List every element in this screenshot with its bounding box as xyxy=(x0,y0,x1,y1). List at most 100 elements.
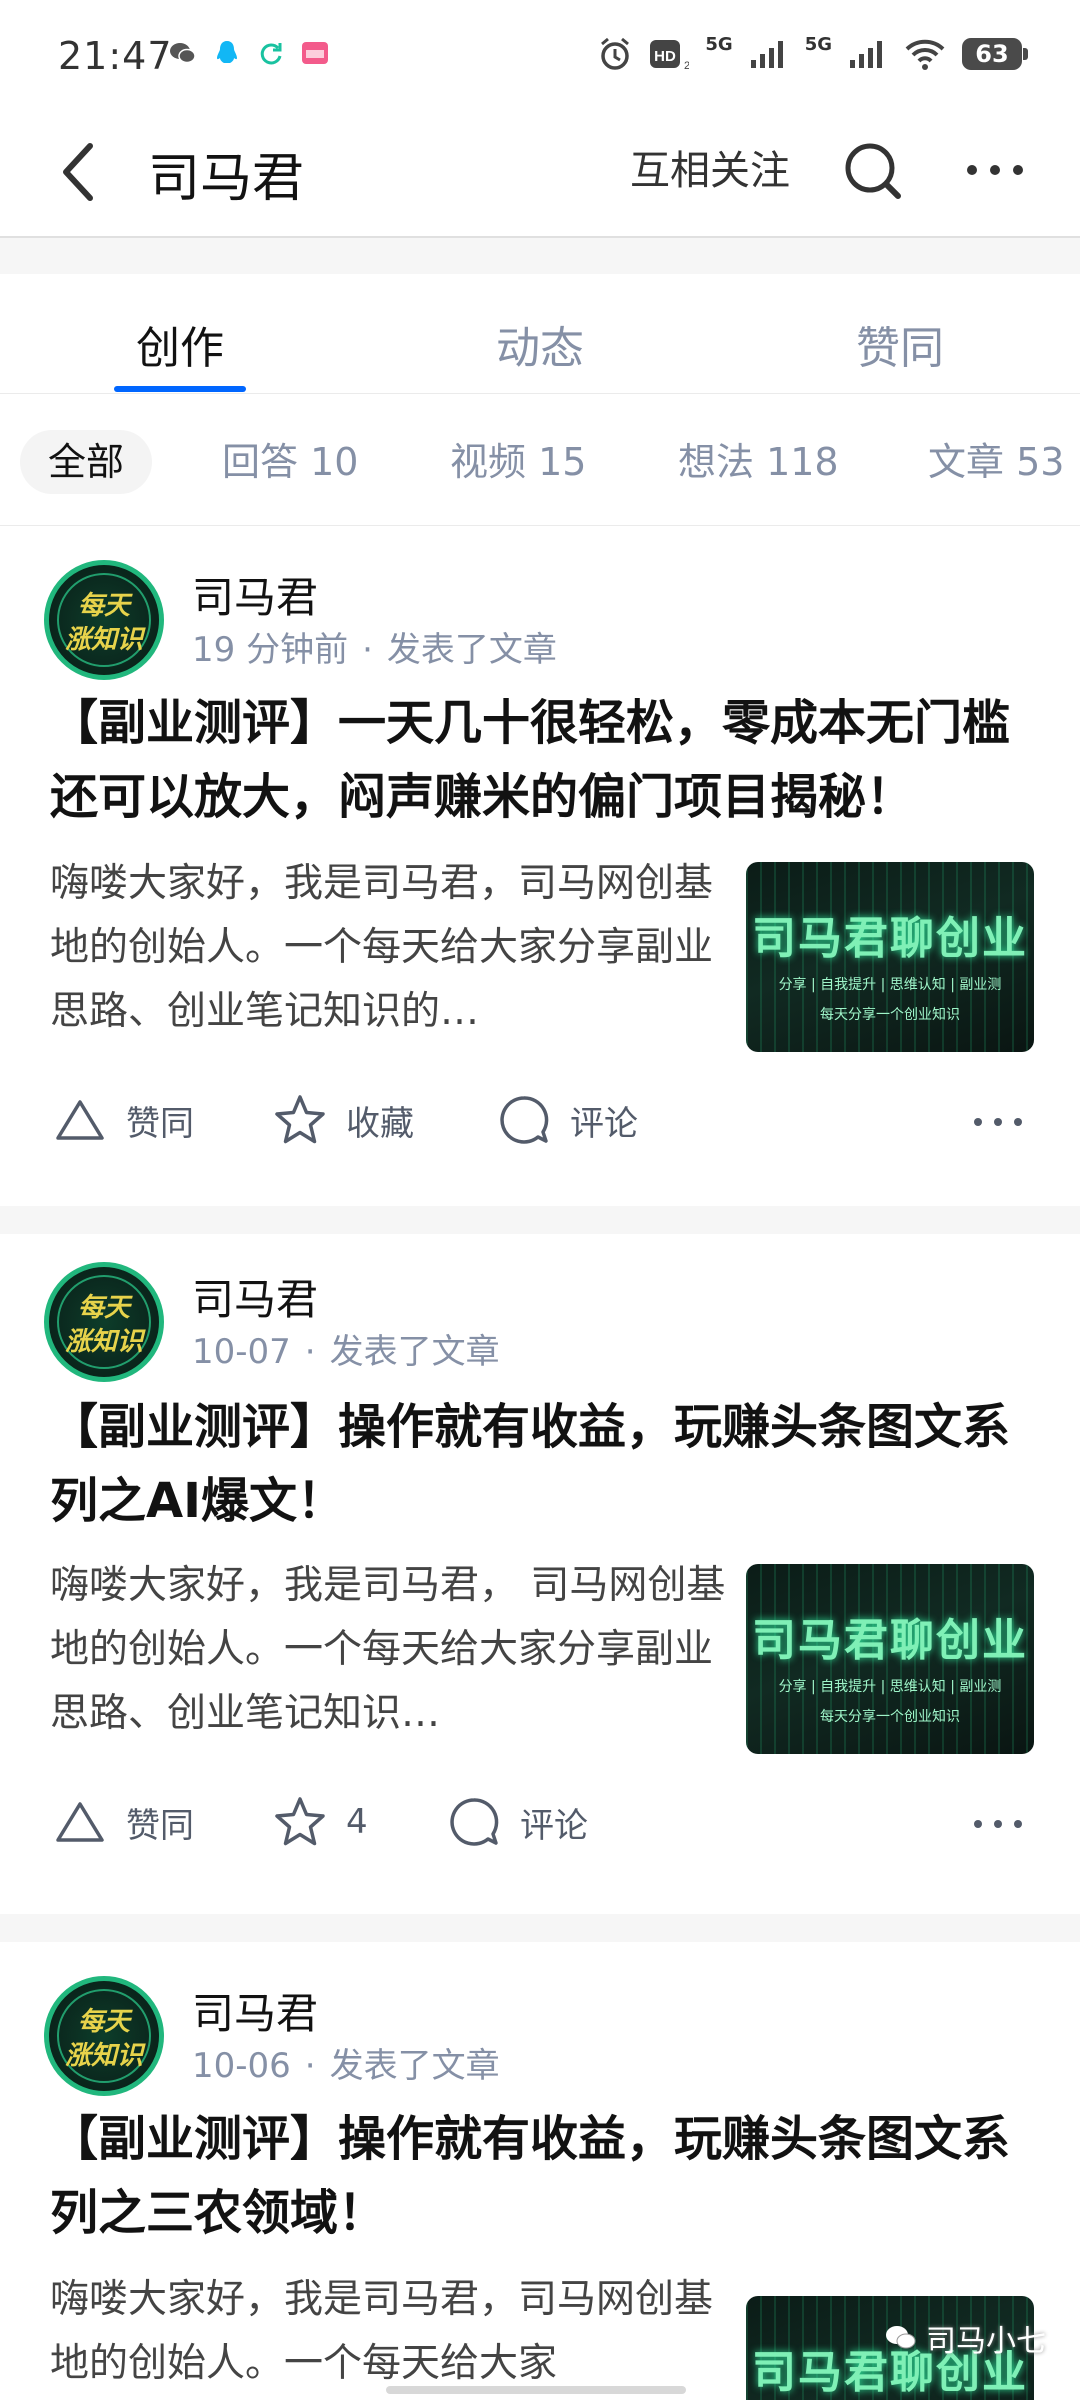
wechat-icon xyxy=(170,43,196,64)
thumbnail-title: 司马君聊创业 xyxy=(752,1615,1028,1666)
comment-bubble-icon xyxy=(500,1096,549,1144)
filter-thoughts[interactable]: 想法 118 xyxy=(678,430,839,494)
favorite-count: 4 xyxy=(346,1802,368,1842)
post-meta: 10-06 · 发表了文章 xyxy=(192,2046,500,2086)
status-bar: 21:47 HD 2 5G 5G 63 xyxy=(0,0,1080,110)
post-action: 发表了文章 xyxy=(386,630,557,670)
svg-text:2: 2 xyxy=(684,60,689,72)
avatar-text-line1: 每天 xyxy=(77,591,130,621)
avatar-text-line1: 每天 xyxy=(77,1293,130,1323)
more-options-icon[interactable] xyxy=(970,1808,1026,1840)
favorite-button[interactable]: 4 xyxy=(272,1794,368,1850)
signal-icon-2 xyxy=(850,41,882,68)
post-card[interactable]: 每天涨知识 司马君 10-07 · 发表了文章 【副业测评】操作就有收益，玩赚头条图… xyxy=(0,1234,1080,1914)
post-title[interactable]: 【副业测评】操作就有收益，玩赚头条图文系列之三农领域！ xyxy=(50,2102,1030,2250)
main-tabs: 创作 动态 赞同 xyxy=(0,274,1080,394)
avatar[interactable]: 每天 涨知识 xyxy=(44,1262,164,1382)
card-separator xyxy=(0,1914,1080,1942)
battery-indicator: 63 xyxy=(962,38,1028,70)
post-meta: 19 分钟前 · 发表了文章 xyxy=(192,630,557,670)
thumbnail-subtitle-2: 每天分享一个创业知识 xyxy=(820,1007,960,1023)
mutual-follow-button[interactable]: 互相关注 xyxy=(630,138,790,196)
post-action: 发表了文章 xyxy=(329,1332,500,1372)
upvote-label: 赞同 xyxy=(126,1103,194,1144)
tab-activity[interactable]: 动态 xyxy=(420,312,660,376)
status-time: 21:47 xyxy=(58,34,173,78)
author-name[interactable]: 司马君 xyxy=(192,1266,318,1327)
filter-answers[interactable]: 回答 10 xyxy=(222,430,358,494)
favorite-button[interactable]: 收藏 xyxy=(272,1092,414,1148)
comment-bubble-icon xyxy=(450,1798,499,1846)
thumbnail-subtitle: 分享 | 自我提升 | 思维认知 | 副业测 xyxy=(778,1679,1002,1695)
profile-header: 司马君 互相关注 xyxy=(0,110,1080,238)
comment-button[interactable]: 评论 xyxy=(446,1794,588,1850)
author-name[interactable]: 司马君 xyxy=(192,564,318,625)
favorite-label: 收藏 xyxy=(346,1103,414,1144)
post-card[interactable]: 每天涨知识 司马君 19 分钟前 · 发表了文章 【副业测评】一天几十很轻松，零成本… xyxy=(0,526,1080,1206)
upvote-button[interactable]: 赞同 xyxy=(52,1092,194,1148)
avatar-text-line2: 涨知识 xyxy=(64,2041,143,2071)
comment-label: 评论 xyxy=(570,1103,638,1144)
bilibili-icon xyxy=(302,42,328,64)
avatar[interactable]: 每天 涨知识 xyxy=(44,1976,164,2096)
sync-icon xyxy=(260,43,282,65)
avatar-text-line1: 每天 xyxy=(77,2007,130,2037)
filter-articles[interactable]: 文章 53 xyxy=(928,430,1064,494)
alarm-icon xyxy=(601,37,630,70)
post-meta: 10-07 · 发表了文章 xyxy=(192,1332,500,1372)
avatar-text-line2: 涨知识 xyxy=(64,625,143,655)
system-indicators: HD 2 5G 5G 63 xyxy=(597,33,1028,72)
section-spacer xyxy=(0,238,1080,274)
thumbnail-subtitle: 分享 | 自我提升 | 思维认知 | 副业测 xyxy=(778,977,1002,993)
watermark-text: 司马小七 xyxy=(926,2324,1046,2359)
more-options-icon[interactable] xyxy=(970,1106,1026,1138)
hd-icon: HD 2 xyxy=(650,40,689,72)
avatar-text-line2: 涨知识 xyxy=(64,1327,143,1357)
card-separator xyxy=(0,1206,1080,1234)
network-label-1: 5G xyxy=(705,33,733,55)
thumbnail-title: 司马君聊创业 xyxy=(752,913,1028,964)
watermark: 司马小七 xyxy=(884,2316,1046,2360)
gesture-bar[interactable] xyxy=(386,2386,686,2394)
filter-all[interactable]: 全部 xyxy=(20,430,153,494)
filter-videos[interactable]: 视频 15 xyxy=(450,430,586,494)
upvote-triangle-icon xyxy=(56,1802,104,1842)
post-time: 19 分钟前 xyxy=(192,630,349,670)
tab-creation[interactable]: 创作 xyxy=(60,312,300,376)
comment-label: 评论 xyxy=(520,1805,588,1846)
post-title[interactable]: 【副业测评】一天几十很轻松，零成本无门槛还可以放大，闷声赚米的偏门项目揭秘！ xyxy=(50,686,1030,834)
post-actions: 赞同 收藏 评论 xyxy=(0,1072,1080,1172)
thumbnail-subtitle-2: 每天分享一个创业知识 xyxy=(820,1709,960,1725)
active-tab-indicator xyxy=(114,386,246,392)
network-label-2: 5G xyxy=(804,33,832,55)
wifi-icon xyxy=(905,39,945,70)
content-filter-bar: 全部 回答 10 视频 15 想法 118 文章 53 xyxy=(0,394,1080,526)
upvote-triangle-icon xyxy=(56,1100,104,1140)
post-thumbnail[interactable]: 司马君聊创业 分享 | 自我提升 | 思维认知 | 副业测 每天分享一个创业知识 xyxy=(746,1564,1034,1754)
svg-text:HD: HD xyxy=(655,48,677,65)
post-excerpt[interactable]: 嗨喽大家好，我是司马君， 司马网创基地的创始人。一个每天给大家分享副业思路、创业… xyxy=(50,1554,730,1746)
back-arrow-icon[interactable] xyxy=(52,132,112,212)
notification-icons xyxy=(168,38,330,68)
page-title: 司马君 xyxy=(148,149,305,209)
upvote-button[interactable]: 赞同 xyxy=(52,1794,194,1850)
comment-button[interactable]: 评论 xyxy=(496,1092,638,1148)
star-icon xyxy=(275,1797,325,1846)
post-time: 10-06 xyxy=(192,2046,291,2086)
post-action: 发表了文章 xyxy=(329,2046,500,2086)
post-time: 10-07 xyxy=(192,1332,291,1372)
post-title[interactable]: 【副业测评】操作就有收益，玩赚头条图文系列之AI爆文！ xyxy=(50,1390,1030,1538)
qq-icon xyxy=(217,41,237,63)
upvote-label: 赞同 xyxy=(126,1805,194,1846)
post-excerpt[interactable]: 嗨喽大家好，我是司马君，司马网创基地的创始人。一个每天给大家 xyxy=(50,2268,730,2398)
more-options-icon[interactable] xyxy=(960,130,1030,210)
post-thumbnail[interactable]: 司马君聊创业 分享 | 自我提升 | 思维认知 | 副业测 每天分享一个创业知识 xyxy=(746,862,1034,1052)
avatar[interactable]: 每天 涨知识 xyxy=(44,560,164,680)
tab-upvoted[interactable]: 赞同 xyxy=(780,312,1020,376)
signal-icon-1 xyxy=(750,41,783,68)
post-actions: 赞同 4 评论 xyxy=(0,1774,1080,1874)
wechat-icon xyxy=(886,2326,916,2349)
search-icon[interactable] xyxy=(838,130,908,210)
author-name[interactable]: 司马君 xyxy=(192,1980,318,2041)
post-excerpt[interactable]: 嗨喽大家好，我是司马君，司马网创基地的创始人。一个每天给大家分享副业思路、创业笔… xyxy=(50,852,730,1044)
